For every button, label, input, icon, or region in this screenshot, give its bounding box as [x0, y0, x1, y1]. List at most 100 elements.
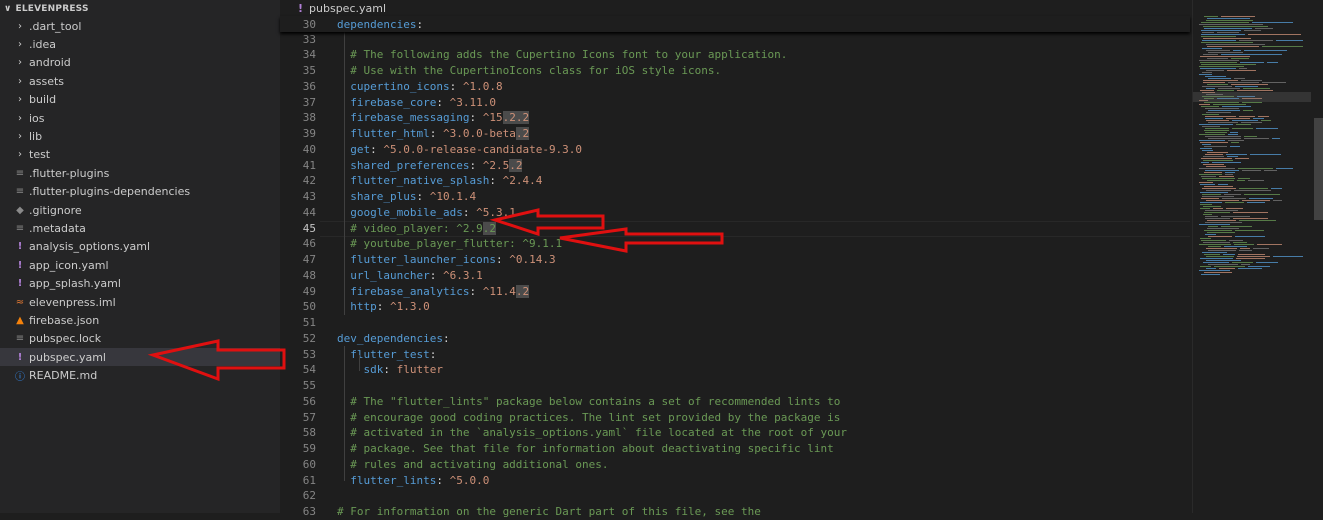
minimap-line: [1202, 178, 1235, 179]
file-tree-item-label: assets: [29, 74, 65, 88]
code-line[interactable]: 37 firebase_core: ^3.11.0: [280, 94, 1190, 110]
file-tree-item[interactable]: › build: [0, 91, 280, 109]
code-line[interactable]: 39 flutter_html: ^3.0.0-beta.2: [280, 126, 1190, 142]
code-line[interactable]: 56 # The "flutter_lints" package below c…: [280, 393, 1190, 409]
minimap-line: [1207, 152, 1228, 153]
minimap-line: [1203, 54, 1218, 55]
file-tree-item[interactable]: ≡ .flutter-plugins-dependencies: [0, 183, 280, 201]
code-line[interactable]: 35 # Use with the CupertinoIcons class f…: [280, 63, 1190, 79]
code-line[interactable]: 51: [280, 315, 1190, 331]
code-line[interactable]: 55: [280, 378, 1190, 394]
file-tree-item[interactable]: › assets: [0, 72, 280, 90]
code-line[interactable]: 48 url_launcher: ^6.3.1: [280, 267, 1190, 283]
minimap-line: [1199, 270, 1230, 271]
code-line[interactable]: 54 sdk: flutter: [280, 362, 1190, 378]
code-line[interactable]: 49 firebase_analytics: ^11.4.2: [280, 283, 1190, 299]
minimap-line: [1200, 142, 1228, 143]
file-tree-item[interactable]: › lib: [0, 127, 280, 145]
file-tree-item[interactable]: ≡ .metadata: [0, 219, 280, 237]
file-tree-item[interactable]: › ios: [0, 109, 280, 127]
minimap-line: [1202, 126, 1220, 127]
minimap-line: [1237, 256, 1270, 257]
file-tree-item[interactable]: › .idea: [0, 35, 280, 53]
code-token: google_mobile_ads: [337, 205, 463, 219]
minimap-line: [1206, 88, 1215, 89]
code-token: .2.2: [502, 111, 530, 125]
code-line[interactable]: 45 # video_player: ^2.9.2: [280, 220, 1190, 236]
code-line[interactable]: 60 # rules and activating additional one…: [280, 456, 1190, 472]
code-line[interactable]: 34 # The following adds the Cupertino Ic…: [280, 47, 1190, 63]
file-tree-item[interactable]: ! pubspec.yaml: [0, 348, 280, 367]
minimap-line: [1203, 262, 1229, 263]
code-token: :: [383, 363, 397, 377]
file-tree-item-label: .gitignore: [29, 203, 82, 217]
code-line[interactable]: 63 # For information on the generic Dart …: [280, 504, 1190, 520]
scrollbar-thumb[interactable]: [1314, 118, 1323, 220]
minimap-line: [1199, 244, 1231, 245]
minimap-line: [1203, 156, 1224, 157]
code-token: ^3.0.0-beta: [442, 127, 516, 140]
code-line[interactable]: 41 shared_preferences: ^2.5.2: [280, 157, 1190, 173]
sticky-key: dependencies: [337, 17, 417, 31]
file-tree-item[interactable]: ≡ pubspec.lock: [0, 330, 280, 348]
code-token: http: [337, 300, 377, 314]
code-line[interactable]: 58 # activated in the `analysis_options.…: [280, 425, 1190, 441]
file-tree-item[interactable]: › android: [0, 54, 280, 72]
vertical-scrollbar[interactable]: [1313, 0, 1323, 513]
code-line[interactable]: 33: [280, 31, 1190, 47]
minimap-line: [1228, 140, 1244, 141]
file-tree-item[interactable]: ▲ firebase.json: [0, 311, 280, 329]
minimap[interactable]: [1192, 0, 1311, 513]
code-line[interactable]: 38 firebase_messaging: ^15.2.2: [280, 110, 1190, 126]
minimap-viewport-slider[interactable]: [1193, 92, 1311, 102]
minimap-line: [1243, 88, 1270, 89]
code-line[interactable]: 40 get: ^5.0.0-release-candidate-9.3.0: [280, 141, 1190, 157]
file-tree-item[interactable]: ≈ elevenpress.iml: [0, 293, 280, 311]
minimap-line: [1224, 246, 1247, 247]
code-line[interactable]: 53 flutter_test:: [280, 346, 1190, 362]
info-icon: ⓘ: [15, 372, 25, 384]
line-number: 37: [302, 95, 316, 109]
code-line[interactable]: 36 cupertino_icons: ^1.0.8: [280, 78, 1190, 94]
minimap-line: [1240, 62, 1264, 63]
code-token: shared_preferences: [337, 158, 470, 172]
code-line[interactable]: 42 flutter_native_splash: ^2.4.4: [280, 173, 1190, 189]
code-token: :: [462, 205, 477, 219]
code-line[interactable]: 59 # package. See that file for informat…: [280, 441, 1190, 457]
code-line[interactable]: 47 flutter_launcher_icons: ^0.14.3: [280, 252, 1190, 268]
minimap-line: [1244, 194, 1280, 195]
minimap-line: [1225, 202, 1244, 203]
minimap-line: [1258, 116, 1269, 117]
file-tree-item[interactable]: ⓘ README.md: [0, 366, 280, 384]
code-token: :: [469, 158, 483, 172]
code-token: # The following adds the Cupertino Icons…: [337, 48, 788, 62]
editor-tab[interactable]: ! pubspec.yaml: [280, 0, 1323, 16]
code-line[interactable]: 46 # youtube_player_flutter: ^9.1.1: [280, 236, 1190, 252]
minimap-line: [1206, 248, 1237, 249]
file-tree-item[interactable]: ≡ .flutter-plugins: [0, 164, 280, 182]
code-token: dev_dependencies: [337, 331, 443, 345]
minimap-line: [1213, 208, 1223, 209]
code-line[interactable]: 50 http: ^1.3.0: [280, 299, 1190, 315]
code-line[interactable]: 52 dev_dependencies:: [280, 330, 1190, 346]
code-line[interactable]: 44 google_mobile_ads: ^5.3.1: [280, 204, 1190, 220]
file-tree-item-label: ios: [29, 111, 45, 125]
minimap-line: [1206, 70, 1224, 71]
file-tree-item[interactable]: › .dart_tool: [0, 17, 280, 35]
yaml-icon: !: [17, 351, 23, 363]
code-line[interactable]: 62: [280, 488, 1190, 504]
code-line[interactable]: 57 # encourage good coding practices. Th…: [280, 409, 1190, 425]
explorer-project-header[interactable]: ∨ ELEVENPRESS: [0, 0, 280, 18]
sticky-scroll-header[interactable]: 30 dependencies:: [280, 16, 1190, 32]
file-tree-item[interactable]: ! app_icon.yaml: [0, 256, 280, 274]
file-tree-item[interactable]: ! app_splash.yaml: [0, 274, 280, 292]
code-line[interactable]: 61 flutter_lints: ^5.0.0: [280, 472, 1190, 488]
file-tree-item[interactable]: ! analysis_options.yaml: [0, 238, 280, 256]
code-line[interactable]: 43 share_plus: ^10.1.4: [280, 189, 1190, 205]
code-token: # youtube_player_flutter: ^9.1.1: [337, 237, 563, 251]
minimap-line: [1208, 122, 1238, 123]
minimap-line: [1231, 142, 1239, 143]
file-tree-item[interactable]: › test: [0, 146, 280, 164]
line-number: 57: [302, 410, 316, 424]
file-tree-item[interactable]: ◆ .gitignore: [0, 201, 280, 219]
